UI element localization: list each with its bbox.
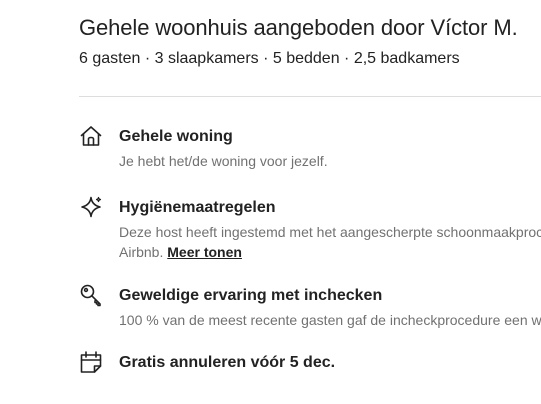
highlight-description-line: Deze host heeft ingestemd met het aanges… xyxy=(119,224,541,240)
highlight-title: Gehele woning xyxy=(119,128,233,145)
description-prefix: Airbnb. xyxy=(119,244,164,260)
listing-overview: Gehele woonhuis aangeboden door Víctor M… xyxy=(0,0,541,404)
home-icon xyxy=(79,124,103,148)
section-divider xyxy=(79,96,541,97)
highlight-description: Je hebt het/de woning voor jezelf. xyxy=(119,153,328,169)
highlight-description-line: Airbnb. Meer tonen xyxy=(119,242,541,262)
key-icon xyxy=(79,283,103,307)
highlight-title: Hygiënemaatregelen xyxy=(119,199,276,216)
highlight-title: Gratis annuleren vóór 5 dec. xyxy=(119,354,336,371)
highlight-title: Geweldige ervaring met inchecken xyxy=(119,287,383,304)
highlight-description: 100 % van de meest recente gasten gaf de… xyxy=(119,312,541,328)
show-more-link[interactable]: Meer tonen xyxy=(167,244,242,260)
listing-summary: 6 gasten · 3 slaapkamers · 5 bedden · 2,… xyxy=(79,50,460,67)
listing-header: Gehele woonhuis aangeboden door Víctor M… xyxy=(79,14,541,70)
sparkle-icon xyxy=(79,195,103,219)
highlight-description: Deze host heeft ingestemd met het aanges… xyxy=(119,222,541,262)
listing-title: Gehele woonhuis aangeboden door Víctor M… xyxy=(79,15,518,40)
calendar-icon xyxy=(79,350,103,374)
